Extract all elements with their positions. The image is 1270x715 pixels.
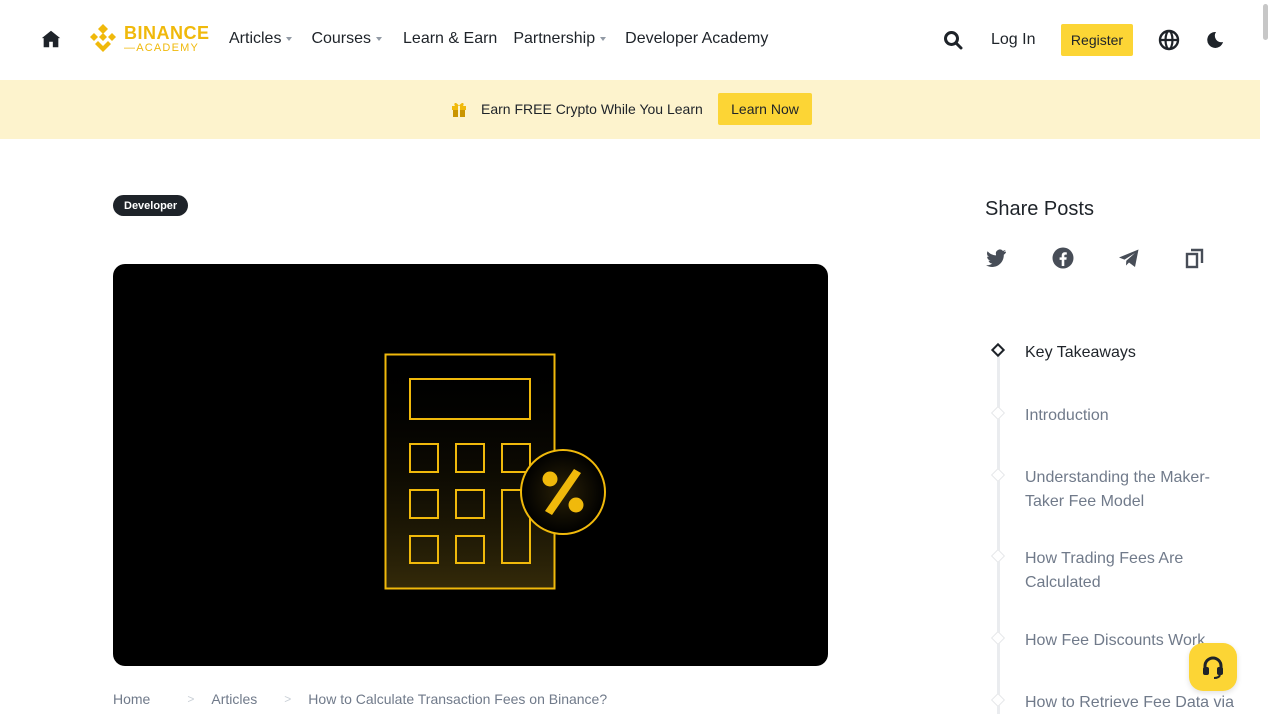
register-button[interactable]: Register — [1061, 24, 1133, 56]
facebook-icon[interactable] — [1051, 246, 1075, 270]
copy-link-icon[interactable] — [1183, 246, 1207, 270]
breadcrumb-articles[interactable]: Articles — [211, 691, 257, 707]
binance-academy-logo[interactable]: BINANCE —ACADEMY — [88, 22, 210, 56]
login-link[interactable]: Log In — [991, 31, 1035, 49]
support-chat-button[interactable] — [1189, 643, 1237, 691]
toc-marker-icon — [990, 692, 1006, 708]
toc-marker-icon — [990, 467, 1006, 483]
nav-articles[interactable]: Articles — [229, 30, 293, 48]
promo-banner-text: Earn FREE Crypto While You Learn — [481, 101, 703, 117]
toc-item-maker-taker[interactable]: Understanding the Maker-Taker Fee Model — [1025, 466, 1240, 514]
chevron-down-icon — [376, 37, 383, 41]
nav-partnership-label: Partnership — [513, 30, 596, 47]
nav-learn-earn-label: Learn & Earn — [403, 30, 498, 47]
headset-icon — [1203, 656, 1223, 679]
top-header: BINANCE —ACADEMY Articles Courses Learn … — [0, 0, 1260, 80]
share-posts-title: Share Posts — [985, 198, 1094, 220]
chevron-right-icon: > — [284, 692, 292, 706]
chevron-right-icon: > — [187, 692, 195, 706]
logo-text-academy: —ACADEMY — [124, 42, 200, 54]
nav-courses[interactable]: Courses — [311, 30, 383, 48]
nav-articles-label: Articles — [229, 30, 282, 47]
search-icon[interactable] — [943, 30, 963, 50]
toc-item-key-takeaways[interactable]: Key Takeaways — [1025, 341, 1240, 365]
toc-marker-icon — [990, 405, 1006, 421]
gift-icon — [452, 102, 466, 117]
learn-now-button[interactable]: Learn Now — [718, 93, 812, 125]
nav-developer-academy-label: Developer Academy — [625, 30, 769, 47]
article-hero-image — [113, 264, 828, 666]
logo-text-binance: BINANCE — [124, 23, 210, 43]
binance-logo-icon — [90, 24, 116, 52]
toc-marker-icon — [990, 548, 1006, 564]
page-scrollbar-thumb[interactable] — [1263, 4, 1268, 40]
page-scrollbar-track — [1261, 0, 1270, 714]
twitter-icon[interactable] — [984, 246, 1008, 270]
breadcrumb-current: How to Calculate Transaction Fees on Bin… — [308, 691, 608, 707]
breadcrumb-home[interactable]: Home — [113, 691, 150, 707]
telegram-icon[interactable] — [1117, 246, 1141, 270]
toc-marker-active-icon — [990, 342, 1006, 358]
nav-courses-label: Courses — [311, 30, 372, 47]
toc-item-introduction[interactable]: Introduction — [1025, 404, 1240, 428]
toc-item-retrieve-fee-data[interactable]: How to Retrieve Fee Data via — [1025, 691, 1240, 715]
category-tag[interactable]: Developer — [113, 195, 189, 216]
dark-mode-icon[interactable] — [1206, 31, 1224, 49]
home-icon[interactable] — [40, 28, 62, 50]
breadcrumb: Home > Articles > How to Calculate Trans… — [113, 691, 607, 707]
chevron-down-icon — [600, 37, 607, 41]
main-nav: Articles Courses Learn & Earn Partnershi… — [229, 30, 768, 48]
globe-icon[interactable] — [1158, 29, 1180, 51]
nav-partnership[interactable]: Partnership — [513, 30, 607, 48]
toc-marker-icon — [990, 630, 1006, 646]
calculator-percent-icon — [384, 353, 606, 590]
chevron-down-icon — [286, 37, 293, 41]
toc-item-fee-calculation[interactable]: How Trading Fees Are Calculated — [1025, 547, 1240, 595]
nav-learn-earn[interactable]: Learn & Earn — [403, 30, 497, 48]
nav-developer-academy[interactable]: Developer Academy — [625, 30, 768, 48]
